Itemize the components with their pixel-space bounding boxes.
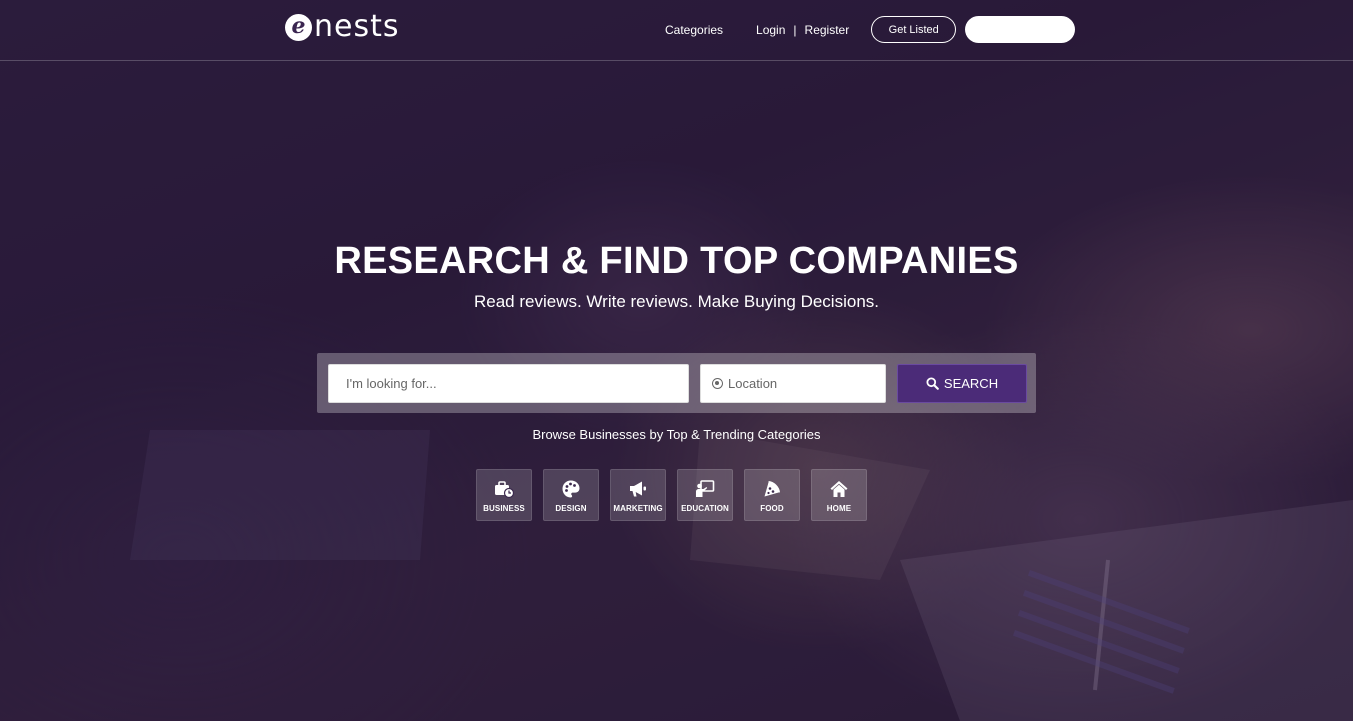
category-food[interactable]: FOOD <box>744 469 800 521</box>
category-design[interactable]: DESIGN <box>543 469 599 521</box>
logo-letter: e <box>291 12 306 39</box>
briefcase-clock-icon <box>495 481 514 499</box>
browse-categories-text: Browse Businesses by Top & Trending Cate… <box>532 427 821 442</box>
nav-separator: | <box>793 22 797 37</box>
category-label: DESIGN <box>555 504 587 513</box>
category-label: MARKETING <box>613 504 663 513</box>
category-label: EDUCATION <box>681 504 729 513</box>
site-header: e nests Categories Login | Register Get … <box>0 0 1353 61</box>
home-icon <box>830 481 848 497</box>
search-button-label: SEARCH <box>943 376 999 391</box>
nav-categories-link[interactable]: Categories <box>665 23 723 37</box>
search-bar: SEARCH <box>317 353 1036 413</box>
pizza-icon <box>764 481 780 497</box>
category-label: FOOD <box>760 504 784 513</box>
category-business[interactable]: BUSINESS <box>476 469 532 521</box>
get-listed-button[interactable]: Get Listed <box>871 16 957 43</box>
category-tiles: BUSINESS DESIGN MARKETING EDUCATION FOOD… <box>476 469 878 521</box>
search-icon <box>926 377 939 390</box>
nav-register-link[interactable]: Register <box>805 23 850 37</box>
hero-subtitle: Read reviews. Write reviews. Make Buying… <box>474 292 879 311</box>
hero-title: RESEARCH & FIND TOP COMPANIES <box>334 240 1019 282</box>
category-education[interactable]: EDUCATION <box>677 469 733 521</box>
nav-login-link[interactable]: Login <box>756 23 785 37</box>
top-nav: Categories Login | Register Get Listed W… <box>665 16 1076 43</box>
search-button[interactable]: SEARCH <box>897 364 1027 403</box>
logo-wordmark: nests <box>314 9 400 44</box>
category-marketing[interactable]: MARKETING <box>610 469 666 521</box>
teacher-board-icon <box>696 480 715 497</box>
location-field[interactable] <box>700 364 886 403</box>
megaphone-icon <box>630 481 646 497</box>
category-label: BUSINESS <box>483 504 525 513</box>
category-label: HOME <box>826 504 852 513</box>
write-review-button[interactable]: Write a Review <box>965 16 1076 43</box>
location-input[interactable] <box>728 376 878 391</box>
category-home[interactable]: HOME <box>811 469 867 521</box>
location-target-icon <box>712 378 723 389</box>
palette-icon <box>562 480 580 498</box>
search-input[interactable] <box>328 364 689 403</box>
site-logo[interactable]: e nests <box>285 12 400 42</box>
logo-mark-icon: e <box>285 12 312 41</box>
